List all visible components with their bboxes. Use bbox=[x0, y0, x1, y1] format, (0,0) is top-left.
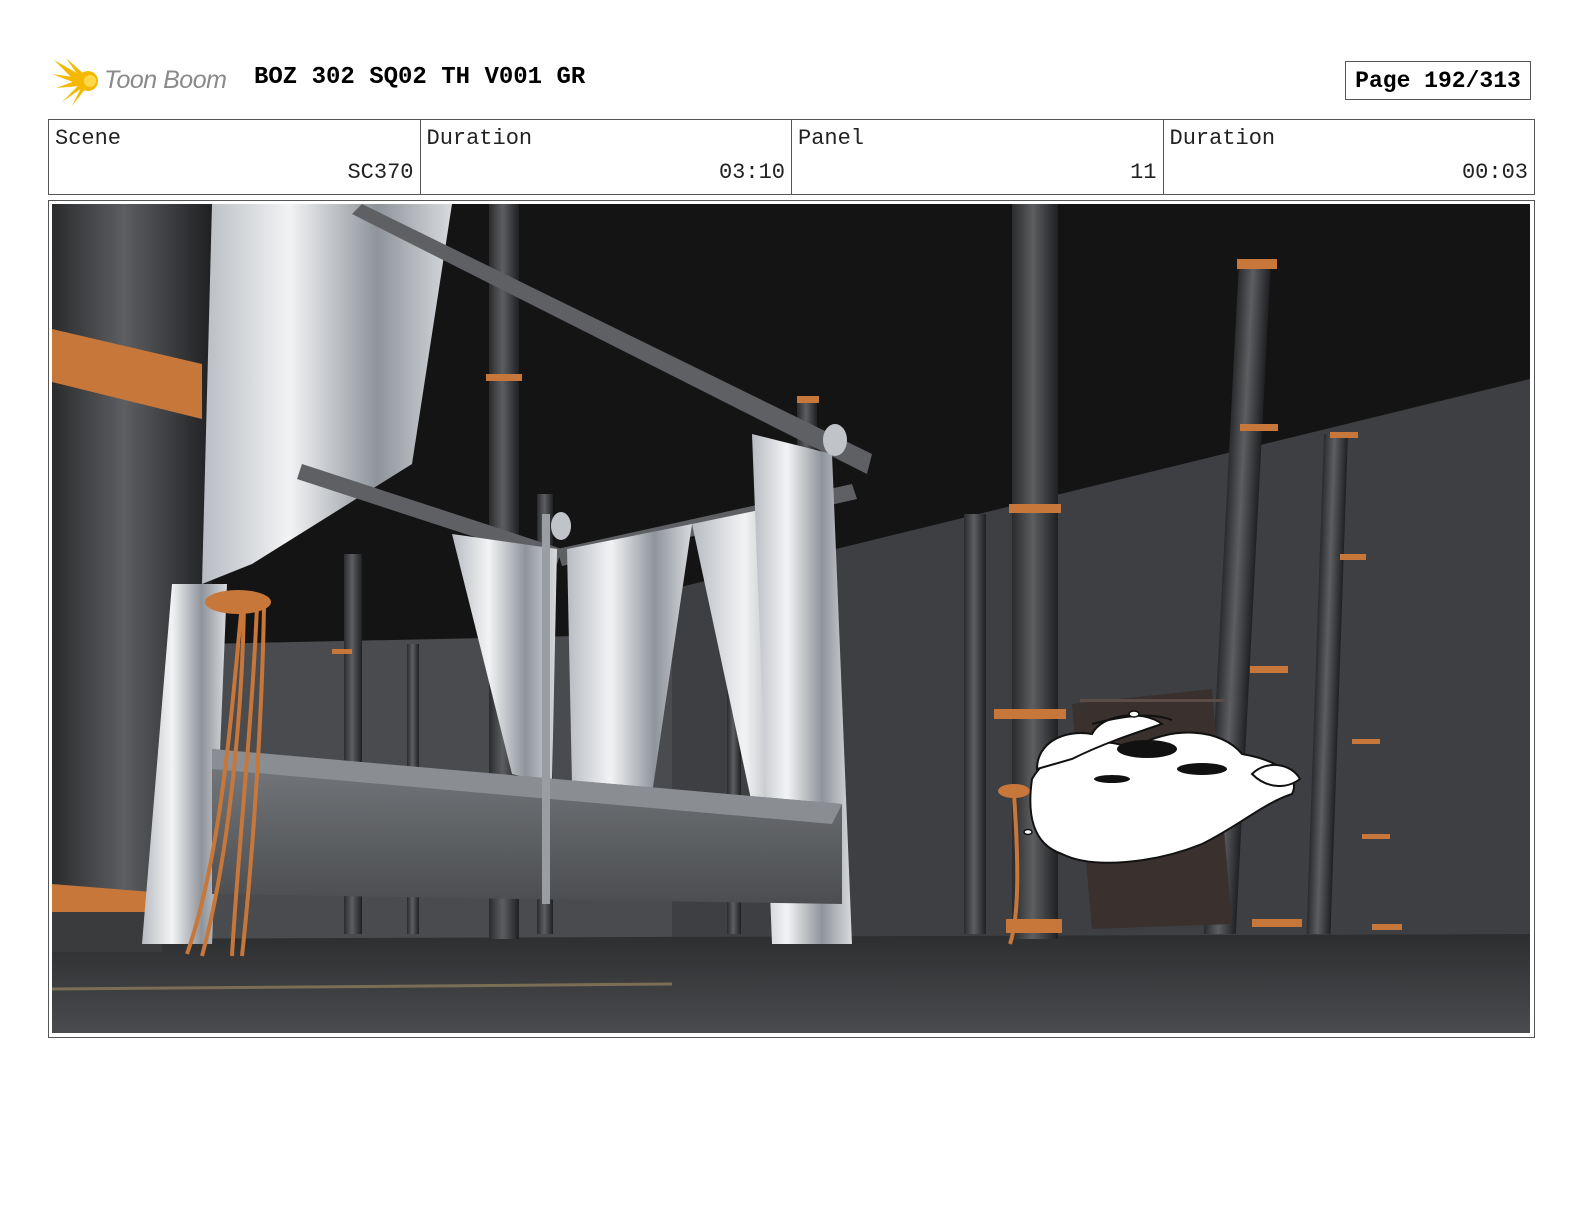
star-burst-icon bbox=[52, 58, 98, 106]
info-table: Scene SC370 Duration 03:10 Panel 11 Dura… bbox=[48, 119, 1535, 195]
page-number: Page 192/313 bbox=[1345, 61, 1531, 100]
storyboard-panel-image bbox=[52, 204, 1530, 1033]
scene-duration-cell: Duration 03:10 bbox=[421, 120, 792, 194]
panel-value: 11 bbox=[1130, 160, 1157, 185]
panel-duration-value: 00:03 bbox=[1461, 160, 1528, 185]
scene-duration-value: 03:10 bbox=[718, 160, 785, 185]
panel-label: Panel bbox=[798, 126, 865, 151]
panel-duration-cell: Duration 00:03 bbox=[1164, 120, 1535, 194]
scene-cell: Scene SC370 bbox=[49, 120, 421, 194]
scene-label: Scene bbox=[55, 126, 122, 151]
panel-duration-label: Duration bbox=[1169, 126, 1276, 151]
storyboard-panel-frame bbox=[48, 200, 1535, 1038]
logo-text: Toon Boom bbox=[104, 66, 227, 94]
toon-boom-logo: Toon Boom bbox=[52, 56, 242, 108]
scene-duration-label: Duration bbox=[426, 126, 533, 151]
scene-value: SC370 bbox=[347, 160, 414, 185]
document-title: BOZ 302 SQ02 TH V001 GR bbox=[254, 64, 586, 91]
panel-cell: Panel 11 bbox=[792, 120, 1164, 194]
